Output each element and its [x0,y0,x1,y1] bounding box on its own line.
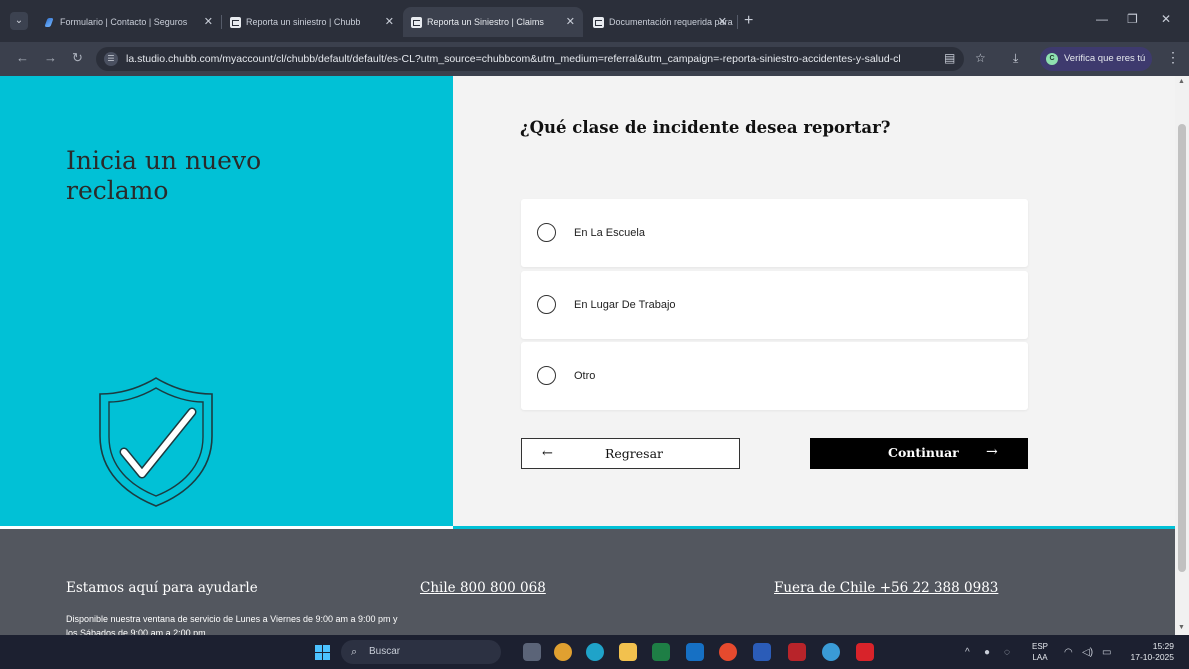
excel-icon[interactable] [652,643,670,661]
filezilla-icon[interactable] [788,643,806,661]
file-explorer-icon[interactable] [619,643,637,661]
close-icon[interactable]: ✕ [385,7,394,37]
bookmark-star-icon[interactable]: ☆ [975,51,986,65]
outlook-icon[interactable] [686,643,704,661]
phone-chile-link[interactable]: Chile 800 800 068 [420,580,546,596]
translate-icon[interactable]: ▤ [944,51,955,65]
chubb-icon [593,17,604,28]
blue-s-icon [44,17,55,28]
profile-verify-button[interactable]: C Verifica que eres tú [1040,47,1152,71]
tab-title: Reporta un Siniestro | Claims [427,17,544,27]
close-icon[interactable]: ✕ [566,7,575,37]
language-indicator[interactable]: ESP LAA [1032,641,1048,663]
clock-time: 15:29 [1152,641,1174,651]
option-label: En La Escuela [574,227,645,239]
tab-search-icon[interactable]: ⌄ [10,12,28,30]
tray-app-icon[interactable]: ● [984,647,990,658]
volume-icon[interactable]: ◁) [1082,647,1093,658]
tab-title: Reporta un siniestro | Chubb [246,17,361,27]
radio-button[interactable] [537,223,556,242]
browser-tab-strip: ⌄ Formulario | Contacto | Seguros ✕ Repo… [0,0,1189,42]
tab-title: Documentación requerida para [609,17,733,27]
new-tab-button[interactable]: + [744,13,753,29]
chubb-icon [230,17,241,28]
windows-taskbar: ⌕ Buscar ^ ● ◌ ESP LAA ◠ ◁) ▭ 15:29 17-1… [0,635,1189,669]
keyboard-layout: LAA [1032,653,1048,662]
tab-documentacion[interactable]: Documentación requerida para ✕ [585,7,735,37]
scroll-up-icon[interactable]: ▲ [1178,78,1185,85]
radio-button[interactable] [537,295,556,314]
back-arrow-icon[interactable]: ← [16,50,29,65]
option-otro[interactable]: Otro [521,342,1028,410]
address-bar-row: ← → ↻ ☰ la.studio.chubb.com/myaccount/cl… [0,42,1189,76]
window-close-icon[interactable]: ✕ [1161,12,1171,26]
chrome-icon[interactable] [719,643,737,661]
taskbar-clock[interactable]: 15:29 17-10-2025 [1122,641,1174,663]
acrobat-icon[interactable] [856,643,874,661]
page-title: Inicia un nuevo reclamo [66,146,262,205]
browser-menu-icon[interactable]: ⋮ [1166,49,1180,66]
option-label: Otro [574,370,596,382]
footer-help-title: Estamos aquí para ayudarle [66,580,258,596]
tab-formulario[interactable]: Formulario | Contacto | Seguros ✕ [36,7,221,37]
continue-button[interactable]: Continuar → [810,438,1028,469]
tab-title: Formulario | Contacto | Seguros [60,17,188,27]
language-code: ESP [1032,642,1049,651]
task-view-icon[interactable] [523,643,541,661]
site-info-icon[interactable]: ☰ [104,52,118,66]
continue-button-label: Continuar [888,445,959,460]
word-icon[interactable] [753,643,771,661]
tray-sync-icon[interactable]: ◌ [1004,647,1010,658]
tab-reporta-claims[interactable]: Reporta un Siniestro | Claims ✕ [403,7,583,37]
battery-icon[interactable]: ▭ [1102,647,1111,658]
url-bar[interactable]: ☰ la.studio.chubb.com/myaccount/cl/chubb… [96,47,964,71]
tray-overflow-icon[interactable]: ^ [965,647,970,658]
option-label: En Lugar De Trabajo [574,299,676,311]
profile-avatar-icon: C [1046,53,1058,65]
tab-separator [737,15,738,29]
windows-start-icon[interactable] [315,645,330,660]
reload-icon[interactable]: ↻ [72,50,83,66]
search-placeholder: Buscar [369,646,401,657]
restore-icon[interactable]: ❐ [1127,12,1138,26]
edge-icon[interactable] [586,643,604,661]
close-icon[interactable]: ✕ [718,7,727,37]
shield-check-icon [99,377,213,507]
scrollbar-thumb[interactable] [1178,124,1186,572]
minimize-icon[interactable]: — [1096,12,1108,26]
chrome-canary-icon[interactable] [822,643,840,661]
clock-date: 17-10-2025 [1130,652,1174,662]
scroll-down-icon[interactable]: ▼ [1178,624,1185,631]
arrow-right-icon: → [986,444,998,460]
incident-question: ¿Qué clase de incidente desea reportar? [520,118,891,137]
back-button[interactable]: ← Regresar [521,438,740,469]
footer: Estamos aquí para ayudarle Disponible nu… [0,529,1175,638]
profile-label: Verifica que eres tú [1064,53,1146,64]
chubb-icon [411,17,422,28]
option-en-la-escuela[interactable]: En La Escuela [521,199,1028,267]
url-text[interactable]: la.studio.chubb.com/myaccount/cl/chubb/d… [126,53,926,65]
back-button-label: Regresar [605,446,664,461]
taskbar-search[interactable]: ⌕ Buscar [341,640,501,664]
tab-reporta-chubb[interactable]: Reporta un siniestro | Chubb ✕ [222,7,402,37]
page-scrollbar[interactable]: ▲ ▼ [1175,76,1189,635]
arrow-left-icon: ← [542,446,553,461]
close-icon[interactable]: ✕ [204,7,213,37]
phone-intl-link[interactable]: Fuera de Chile +56 22 388 0983 [774,580,998,596]
page-viewport: Inicia un nuevo reclamo ¿Qué clase de in… [0,76,1189,638]
forward-arrow-icon[interactable]: → [44,50,57,65]
download-icon[interactable]: ⤓ [1013,51,1018,66]
wifi-icon[interactable]: ◠ [1064,647,1073,658]
search-icon: ⌕ [351,646,358,658]
radio-button[interactable] [537,366,556,385]
option-en-lugar-de-trabajo[interactable]: En Lugar De Trabajo [521,271,1028,339]
widgets-icon[interactable] [554,643,572,661]
left-hero-panel: Inicia un nuevo reclamo [0,76,453,526]
